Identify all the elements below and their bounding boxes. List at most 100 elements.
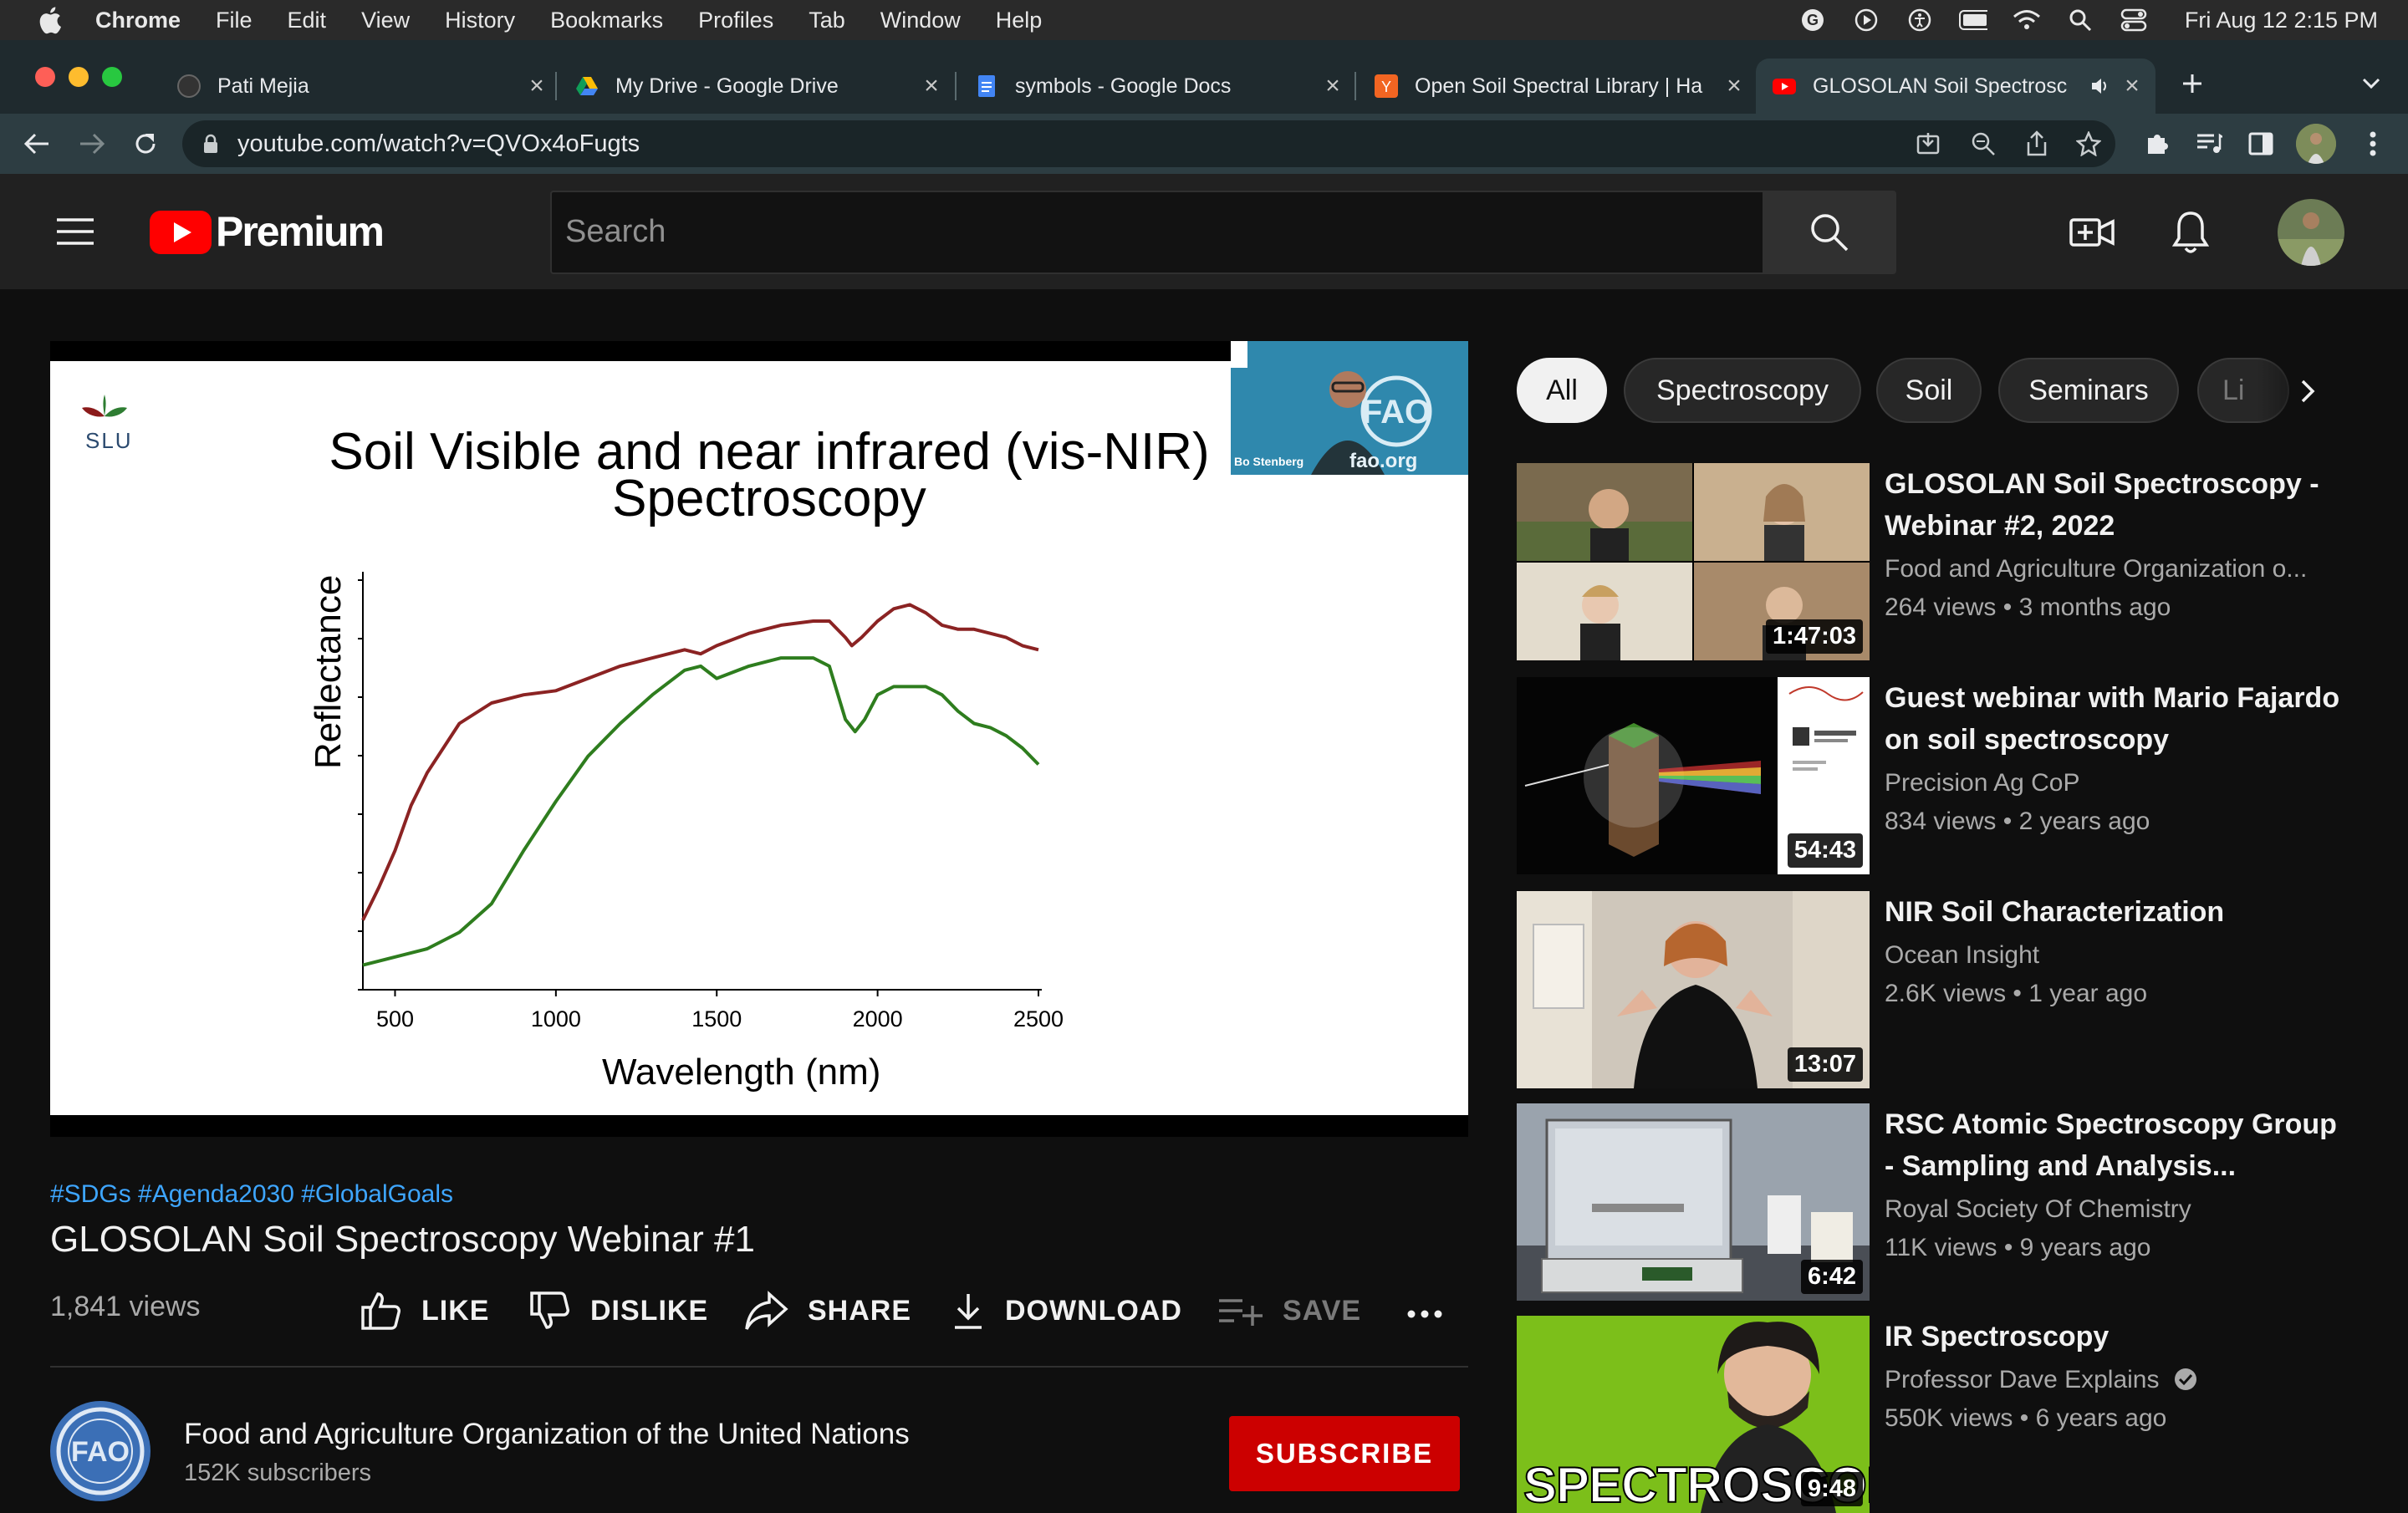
close-tab-icon[interactable]: × [1722, 72, 1746, 100]
tab-open-soil-spectral-library[interactable]: Y Open Soil Spectral Library | Ha × [1375, 59, 1746, 114]
lock-icon[interactable] [199, 130, 222, 157]
share-button[interactable]: SHARE [744, 1287, 911, 1334]
menu-profiles[interactable]: Profiles [698, 8, 773, 33]
tab-pati-mejia[interactable]: Pati Mejia × [177, 59, 548, 114]
close-tab-icon[interactable]: × [525, 72, 548, 100]
menubar-clock[interactable]: Fri Aug 12 2:15 PM [2185, 8, 2378, 33]
spotlight-search-icon[interactable] [2066, 6, 2094, 34]
menu-edit[interactable]: Edit [288, 8, 327, 33]
close-tab-icon[interactable]: × [2120, 72, 2144, 100]
channel-avatar[interactable]: FAO [50, 1401, 150, 1501]
recommendation-channel[interactable]: Precision Ag CoP [1885, 769, 2079, 797]
grammarly-status-icon[interactable]: G [1798, 6, 1827, 34]
bookmark-star-icon[interactable] [2074, 129, 2104, 159]
menu-file[interactable]: File [216, 8, 253, 33]
svg-text:Y: Y [1381, 79, 1391, 95]
install-app-icon[interactable] [1913, 129, 1943, 159]
side-panel-icon[interactable] [2244, 127, 2278, 160]
recommendation-title[interactable]: RSC Atomic Spectroscopy Group - Sampling… [1885, 1103, 2353, 1187]
extensions-puzzle-icon[interactable] [2140, 127, 2174, 160]
download-button[interactable]: DOWNLOAD [950, 1287, 1182, 1334]
recommendation-channel[interactable]: Ocean Insight [1885, 941, 2039, 970]
share-page-icon[interactable] [2022, 129, 2052, 159]
youtube-logo-icon[interactable] [149, 211, 212, 254]
search-button[interactable] [1763, 191, 1896, 274]
tab-search-chevron-icon[interactable] [2358, 70, 2385, 97]
battery-icon[interactable] [1958, 6, 1987, 34]
media-play-status-icon[interactable] [1852, 6, 1880, 34]
video-thumbnail[interactable]: 6:42 [1517, 1103, 1870, 1301]
recommendation-title[interactable]: NIR Soil Characterization [1885, 891, 2353, 933]
recommendation-item[interactable]: SPECTROSCOPY 9:48 IR Spectroscopy Profes… [1517, 1316, 2386, 1513]
recommendation-title[interactable]: IR Spectroscopy [1885, 1316, 2353, 1358]
search-input[interactable] [550, 191, 1764, 274]
subscribe-button[interactable]: SUBSCRIBE [1229, 1416, 1460, 1491]
chrome-menu-icon[interactable] [2356, 127, 2390, 160]
tab-google-drive[interactable]: My Drive - Google Drive × [575, 59, 943, 114]
like-button[interactable]: LIKE [360, 1287, 489, 1334]
tab-google-docs[interactable]: symbols - Google Docs × [975, 59, 1344, 114]
recommendation-channel[interactable]: Food and Agriculture Organization o... [1885, 555, 2307, 583]
close-tab-icon[interactable]: × [920, 72, 943, 100]
save-button[interactable]: SAVE [1217, 1287, 1361, 1334]
menu-app-name[interactable]: Chrome [95, 8, 181, 33]
menu-history[interactable]: History [445, 8, 515, 33]
tab-audio-playing-icon[interactable] [2090, 76, 2112, 96]
close-tab-icon[interactable]: × [1321, 72, 1344, 100]
recommendation-title[interactable]: Guest webinar with Mario Fajardo on soil… [1885, 677, 2353, 761]
recommendation-item[interactable]: 13:07 NIR Soil Characterization Ocean In… [1517, 891, 2386, 1088]
video-thumbnail[interactable]: SPECTROSCOPY 9:48 [1517, 1316, 1870, 1513]
menu-tab[interactable]: Tab [809, 8, 845, 33]
create-video-icon[interactable] [2067, 209, 2117, 256]
chip-all[interactable]: All [1517, 358, 1607, 423]
account-avatar[interactable] [2278, 199, 2344, 266]
recommendation-channel[interactable]: Professor Dave Explains [1885, 1366, 2198, 1394]
recommendation-item[interactable]: 1:47:03 GLOSOLAN Soil Spectroscopy - Web… [1517, 463, 2386, 660]
recommendation-item[interactable]: 54:43 Guest webinar with Mario Fajardo o… [1517, 677, 2386, 874]
chip-soil[interactable]: Soil [1876, 358, 1982, 423]
tab-title: My Drive - Google Drive [615, 74, 839, 98]
google-docs-icon [978, 75, 995, 97]
menu-help[interactable]: Help [996, 8, 1043, 33]
url-text[interactable]: youtube.com/watch?v=QVOx4oFugts [237, 127, 640, 160]
back-arrow-icon[interactable] [18, 125, 55, 162]
series-line-1 [362, 656, 1040, 967]
reload-icon[interactable] [127, 125, 164, 162]
channel-name[interactable]: Food and Agriculture Organization of the… [184, 1418, 910, 1451]
search-placeholder[interactable]: Search [565, 214, 666, 250]
menu-window[interactable]: Window [880, 8, 961, 33]
window-close-button[interactable] [35, 67, 55, 87]
control-center-icon[interactable] [2120, 6, 2148, 34]
forward-arrow-icon[interactable] [74, 125, 110, 162]
recommendation-title[interactable]: GLOSOLAN Soil Spectroscopy - Webinar #2,… [1885, 463, 2353, 547]
profile-avatar[interactable] [2296, 124, 2336, 164]
apple-menu-icon[interactable] [37, 6, 62, 34]
media-controls-icon[interactable] [2192, 127, 2226, 160]
video-hashtags[interactable]: #SDGs #Agenda2030 #GlobalGoals [50, 1180, 453, 1209]
youtube-premium-brand[interactable]: Premium [216, 207, 385, 256]
dislike-button[interactable]: DISLIKE [528, 1287, 708, 1334]
video-thumbnail[interactable]: 13:07 [1517, 891, 1870, 1088]
tab-youtube-active[interactable]: GLOSOLAN Soil Spectrosc × [1756, 59, 2155, 114]
wifi-icon[interactable] [2013, 6, 2041, 34]
chip-spectroscopy[interactable]: Spectroscopy [1624, 358, 1861, 423]
new-tab-button[interactable] [2176, 67, 2209, 100]
notifications-bell-icon[interactable] [2167, 206, 2214, 259]
window-minimize-button[interactable] [69, 67, 89, 87]
window-zoom-button[interactable] [102, 67, 122, 87]
hamburger-menu-icon[interactable] [50, 211, 100, 252]
video-thumbnail[interactable]: 1:47:03 [1517, 463, 1870, 660]
video-duration: 13:07 [1787, 1047, 1863, 1082]
verified-check-icon [2174, 1368, 2196, 1390]
recommendation-channel[interactable]: Royal Society Of Chemistry [1885, 1195, 2191, 1224]
chip-seminars[interactable]: Seminars [1998, 358, 2179, 423]
video-thumbnail[interactable]: 54:43 [1517, 677, 1870, 874]
zoom-icon[interactable] [1968, 129, 1998, 159]
menu-view[interactable]: View [361, 8, 410, 33]
recommendation-item[interactable]: 6:42 RSC Atomic Spectroscopy Group - Sam… [1517, 1103, 2386, 1301]
chips-next-arrow-icon[interactable] [2291, 371, 2324, 411]
menu-bookmarks[interactable]: Bookmarks [550, 8, 663, 33]
more-actions-icon[interactable] [1406, 1299, 1443, 1329]
accessibility-status-icon[interactable] [1905, 6, 1934, 34]
speaker-webcam-overlay[interactable]: FAO Bo Stenberg fao.org [1231, 341, 1468, 475]
